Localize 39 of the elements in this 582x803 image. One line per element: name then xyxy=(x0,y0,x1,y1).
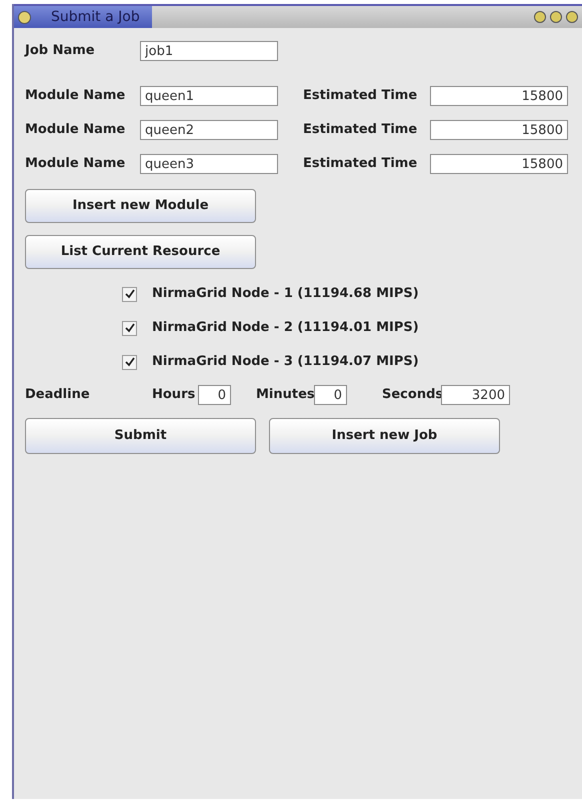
field-label: Minutes xyxy=(256,386,314,404)
job-name-field[interactable]: job1 xyxy=(140,41,278,61)
check-icon xyxy=(124,323,134,333)
action-button[interactable]: Insert new Job xyxy=(269,418,500,454)
estimated-time-field[interactable]: 15800 xyxy=(430,120,568,140)
node-checkbox[interactable] xyxy=(122,354,137,370)
action-button[interactable]: Submit xyxy=(25,418,256,454)
node-checkbox[interactable] xyxy=(122,286,137,302)
window-menu-icon[interactable] xyxy=(18,10,31,24)
module-name-field[interactable]: queen2 xyxy=(140,120,278,140)
node-label: NirmaGrid Node - 3 (11194.07 MIPS) xyxy=(152,353,419,372)
seconds-field[interactable]: 3200 xyxy=(441,385,510,405)
list-resource-button[interactable]: List Current Resource xyxy=(25,235,256,269)
hours-field[interactable]: 0 xyxy=(198,385,231,405)
field-label: Module Name xyxy=(25,121,126,140)
field-label: Estimated Time xyxy=(303,155,418,174)
node-label: NirmaGrid Node - 2 (11194.01 MIPS) xyxy=(152,319,419,338)
minutes-field[interactable]: 0 xyxy=(314,385,347,405)
estimated-time-field[interactable]: 15800 xyxy=(430,86,568,106)
field-label: Module Name xyxy=(25,87,126,106)
estimated-time-field[interactable]: 15800 xyxy=(430,154,568,174)
module-name-field[interactable]: queen1 xyxy=(140,86,278,106)
field-label: Hours xyxy=(152,386,196,404)
module-name-field[interactable]: queen3 xyxy=(140,154,278,174)
close-icon[interactable] xyxy=(566,11,578,23)
field-label: Estimated Time xyxy=(303,121,418,140)
node-checkbox[interactable] xyxy=(122,320,137,336)
field-label: Deadline xyxy=(25,386,91,404)
field-label: Job Name xyxy=(25,42,96,60)
field-label: Seconds xyxy=(382,386,441,404)
field-label: Module Name xyxy=(25,155,126,174)
field-label: Estimated Time xyxy=(303,87,418,106)
window-title: Submit a Job xyxy=(51,8,140,26)
maximize-icon[interactable] xyxy=(550,11,562,23)
minimize-icon[interactable] xyxy=(534,11,546,23)
node-label: NirmaGrid Node - 1 (11194.68 MIPS) xyxy=(152,285,419,304)
check-icon xyxy=(124,289,134,299)
check-icon xyxy=(124,357,134,367)
insert-module-button[interactable]: Insert new Module xyxy=(25,189,256,223)
